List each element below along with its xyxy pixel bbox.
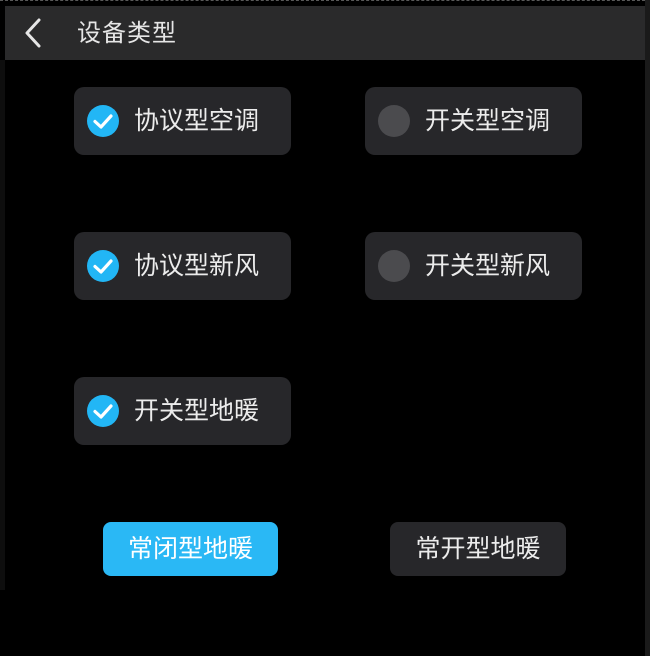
- option-switch-ac[interactable]: 开关型空调: [365, 87, 582, 155]
- option-protocol-fresh-air[interactable]: 协议型新风: [74, 232, 291, 300]
- checked-icon: [87, 395, 119, 427]
- page-title: 设备类型: [77, 19, 177, 47]
- chevron-left-icon: [25, 18, 41, 48]
- option-label: 开关型地暖: [134, 396, 260, 425]
- option-switch-floor-heating[interactable]: 开关型地暖: [74, 377, 291, 445]
- header-bar: 设备类型: [5, 6, 645, 60]
- option-label: 协议型新风: [134, 251, 260, 280]
- option-switch-fresh-air[interactable]: 开关型新风: [365, 232, 582, 300]
- option-protocol-ac[interactable]: 协议型空调: [74, 87, 291, 155]
- option-label: 协议型空调: [134, 106, 260, 135]
- option-label: 开关型新风: [425, 251, 551, 280]
- device-type-screen: 设备类型 协议型空调 开关型空调 协议型新风 开关型新风 开关型地暖 常闭型地暖…: [0, 0, 650, 656]
- normally-open-floor-heating-button[interactable]: 常开型地暖: [390, 522, 566, 576]
- unchecked-radio-icon: [378, 250, 410, 282]
- checked-icon: [87, 105, 119, 137]
- right-edge-strip: [645, 0, 650, 656]
- unchecked-radio-icon: [378, 105, 410, 137]
- back-button[interactable]: [17, 16, 51, 50]
- option-label: 开关型空调: [425, 106, 551, 135]
- left-edge-strip: [0, 60, 5, 590]
- top-divider: [0, 0, 650, 1]
- checked-icon: [87, 250, 119, 282]
- normally-closed-floor-heating-button[interactable]: 常闭型地暖: [103, 522, 278, 576]
